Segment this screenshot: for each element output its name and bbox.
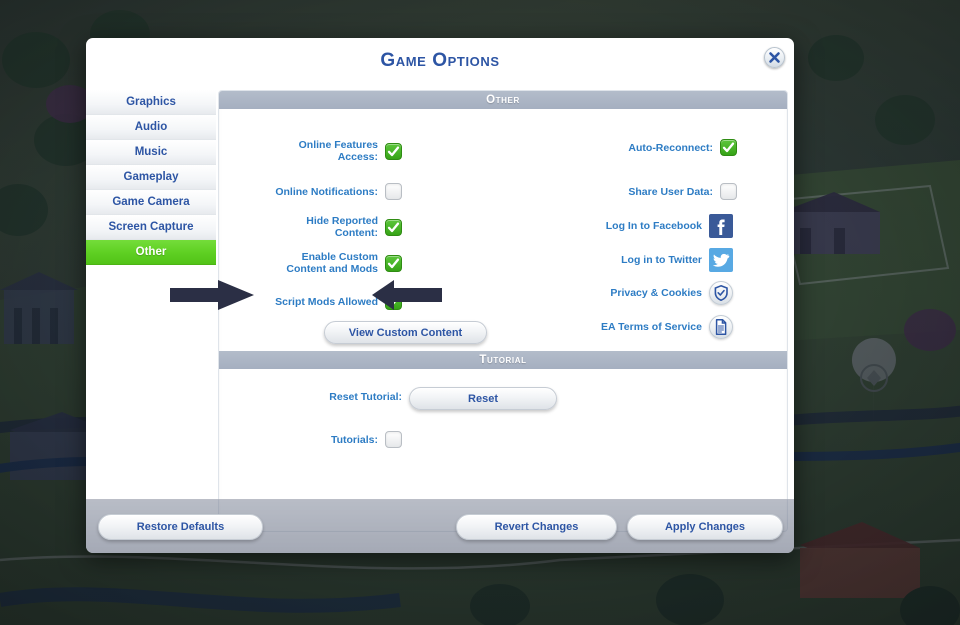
checkbox-online-features-access[interactable] bbox=[385, 142, 402, 160]
section-body-tutorial: Reset Tutorial: Reset Tutorials: bbox=[219, 369, 787, 489]
option-ea-terms-of-service[interactable]: EA Terms of Service bbox=[515, 315, 733, 339]
sidebar-item-label: Graphics bbox=[126, 96, 176, 108]
annotation-arrow-right bbox=[372, 280, 442, 310]
option-label: Auto-Reconnect: bbox=[628, 141, 713, 154]
option-label: Reset Tutorial: bbox=[329, 391, 402, 403]
option-label: Hide Reported Content: bbox=[306, 215, 378, 239]
checkbox-share-user-data[interactable] bbox=[720, 183, 737, 200]
facebook-icon[interactable] bbox=[709, 214, 733, 238]
reset-tutorial-button[interactable]: Reset bbox=[409, 387, 557, 410]
option-online-notifications: Online Notifications: bbox=[229, 183, 402, 200]
shield-check-glyph bbox=[714, 284, 728, 302]
sidebar-item-label: Other bbox=[135, 246, 167, 258]
sidebar-item-music[interactable]: Music bbox=[86, 140, 216, 165]
restore-defaults-button[interactable]: Restore Defaults bbox=[98, 514, 263, 540]
checkbox-auto-reconnect[interactable] bbox=[720, 139, 737, 156]
sidebar-item-other[interactable]: Other bbox=[86, 240, 216, 265]
option-label: Share User Data: bbox=[628, 185, 713, 198]
document-glyph bbox=[715, 319, 727, 335]
option-label: Enable Custom Content and Mods bbox=[286, 251, 378, 275]
option-log-in-to-twitter[interactable]: Log in to Twitter bbox=[515, 248, 733, 272]
sidebar-item-label: Game Camera bbox=[112, 196, 190, 208]
check-icon bbox=[722, 142, 735, 153]
sidebar-item-label: Gameplay bbox=[123, 171, 179, 183]
option-log-in-to-facebook[interactable]: Log In to Facebook bbox=[515, 214, 733, 238]
option-tutorials: Tutorials: bbox=[279, 431, 402, 448]
checkbox-hide-reported-content[interactable] bbox=[385, 218, 402, 236]
sidebar-item-graphics[interactable]: Graphics bbox=[86, 90, 216, 115]
option-enable-custom-content-and-mods: Enable Custom Content and Mods bbox=[237, 251, 402, 275]
option-label: Log In to Facebook bbox=[605, 220, 702, 232]
close-icon bbox=[769, 52, 780, 63]
view-custom-content-label: View Custom Content bbox=[348, 326, 463, 339]
restore-defaults-label: Restore Defaults bbox=[136, 521, 225, 533]
check-icon bbox=[387, 221, 400, 232]
sidebar-item-label: Screen Capture bbox=[108, 221, 194, 233]
option-privacy-and-cookies[interactable]: Privacy & Cookies bbox=[515, 281, 733, 305]
apply-changes-label: Apply Changes bbox=[664, 521, 746, 533]
sidebar-item-game-camera[interactable]: Game Camera bbox=[86, 190, 216, 215]
twitter-glyph bbox=[712, 253, 730, 267]
section-header-other: Other bbox=[219, 91, 787, 109]
option-label: Script Mods Allowed bbox=[275, 295, 378, 308]
dialog-footer: Restore Defaults Revert Changes Apply Ch… bbox=[86, 499, 794, 553]
shield-check-icon[interactable] bbox=[709, 281, 733, 305]
apply-changes-button[interactable]: Apply Changes bbox=[627, 514, 783, 540]
close-button[interactable] bbox=[764, 47, 785, 68]
sidebar-item-audio[interactable]: Audio bbox=[86, 115, 216, 140]
option-share-user-data: Share User Data: bbox=[519, 183, 737, 200]
check-icon bbox=[387, 145, 400, 156]
page-title: Game Options bbox=[380, 50, 500, 71]
option-auto-reconnect: Auto-Reconnect: bbox=[519, 139, 737, 156]
sidebar: Graphics Audio Music Gameplay Game Camer… bbox=[86, 90, 216, 265]
checkbox-enable-custom-content-and-mods[interactable] bbox=[385, 254, 402, 272]
annotation-arrow-left bbox=[170, 280, 254, 310]
option-label: EA Terms of Service bbox=[601, 321, 702, 333]
revert-changes-button[interactable]: Revert Changes bbox=[456, 514, 617, 540]
option-label: Tutorials: bbox=[330, 433, 378, 446]
checkbox-tutorials[interactable] bbox=[385, 431, 402, 448]
sidebar-item-label: Music bbox=[134, 146, 168, 158]
sidebar-item-gameplay[interactable]: Gameplay bbox=[86, 165, 216, 190]
option-label: Online Notifications: bbox=[275, 185, 378, 198]
view-custom-content-button[interactable]: View Custom Content bbox=[324, 321, 487, 344]
option-label: Log in to Twitter bbox=[621, 254, 702, 266]
option-reset-tutorial: Reset Tutorial: bbox=[259, 391, 402, 403]
option-hide-reported-content: Hide Reported Content: bbox=[247, 215, 402, 239]
check-icon bbox=[387, 257, 400, 268]
facebook-glyph bbox=[717, 219, 725, 235]
option-label: Privacy & Cookies bbox=[610, 287, 702, 299]
options-content-panel: Other Online Features Access: Online Not… bbox=[218, 90, 788, 532]
sidebar-item-screen-capture[interactable]: Screen Capture bbox=[86, 215, 216, 240]
option-label: Online Features Access: bbox=[298, 139, 378, 163]
twitter-icon[interactable] bbox=[709, 248, 733, 272]
checkbox-online-notifications[interactable] bbox=[385, 183, 402, 200]
document-icon[interactable] bbox=[709, 315, 733, 339]
sidebar-item-label: Audio bbox=[134, 121, 168, 133]
option-online-features-access: Online Features Access: bbox=[247, 139, 402, 163]
section-header-tutorial: Tutorial bbox=[219, 351, 787, 369]
section-body-other: Online Features Access: Online Notificat… bbox=[219, 109, 787, 351]
revert-changes-label: Revert Changes bbox=[494, 521, 579, 533]
reset-button-label: Reset bbox=[468, 392, 498, 405]
